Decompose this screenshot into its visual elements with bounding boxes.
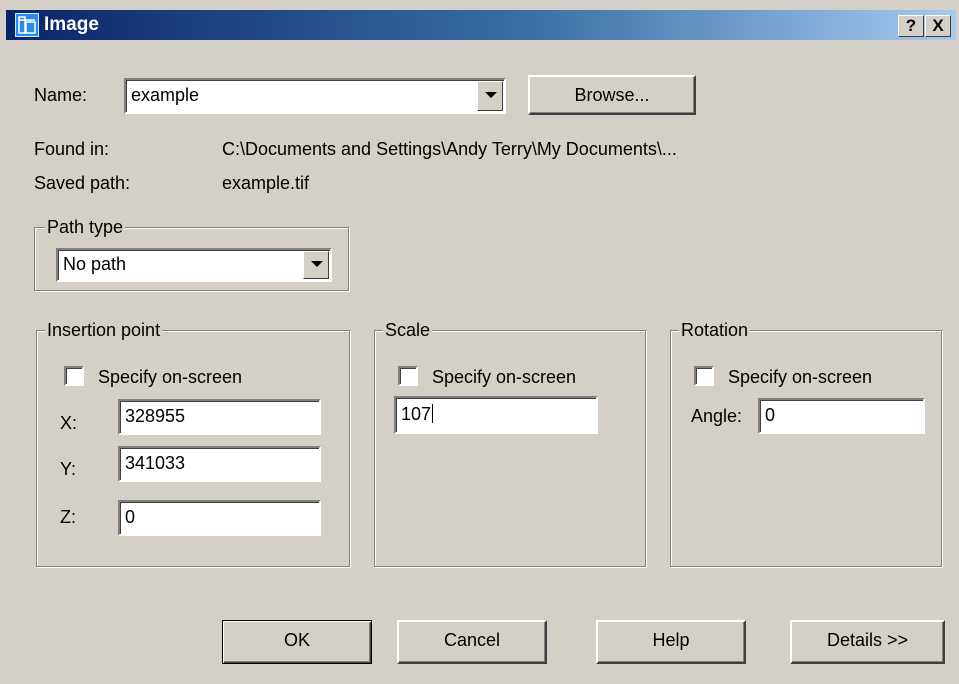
rotation-specify-checkbox[interactable] [694, 366, 714, 386]
name-label: Name: [34, 85, 88, 105]
title-bar[interactable]: Image ? X [6, 10, 956, 40]
path-type-value: No path [63, 254, 127, 274]
scale-specify-checkbox[interactable] [398, 366, 418, 386]
y-value: 341033 [125, 453, 186, 473]
path-type-label: Path type [45, 216, 126, 238]
scale-text: 107 [401, 403, 434, 425]
image-dialog: Image ? X Name: example Browse... Found … [0, 0, 959, 684]
scale-label: Scale [383, 319, 433, 341]
image-app-icon [15, 13, 39, 37]
rotation-specify-label[interactable]: Specify on-screen [728, 366, 872, 388]
saved-path-label: Saved path: [34, 173, 131, 193]
saved-path-value: example.tif [222, 173, 310, 193]
browse-button[interactable]: Browse... [528, 75, 696, 115]
angle-label: Angle: [691, 406, 743, 426]
chevron-down-icon [311, 261, 323, 267]
x-input[interactable]: 328955 [118, 399, 321, 435]
help-title-button[interactable]: ? [898, 15, 924, 37]
z-value: 0 [125, 507, 136, 527]
path-type-select[interactable]: No path [56, 248, 332, 282]
name-combobox[interactable]: example [124, 78, 506, 114]
y-label: Y: [60, 459, 77, 479]
z-label: Z: [60, 507, 76, 527]
help-button[interactable]: Help [596, 620, 746, 664]
scale-input[interactable]: 107 [394, 396, 598, 434]
found-in-value: C:\Documents and Settings\Andy Terry\My … [222, 139, 677, 159]
z-input[interactable]: 0 [118, 500, 321, 536]
dialog-title: Image [44, 14, 99, 35]
x-label: X: [60, 413, 78, 433]
ok-button[interactable]: OK [222, 620, 372, 664]
chevron-down-icon [485, 92, 497, 98]
path-type-dropdown-button[interactable] [303, 251, 329, 279]
cancel-button[interactable]: Cancel [397, 620, 547, 664]
rotation-label: Rotation [679, 319, 751, 341]
text-caret [432, 404, 434, 423]
scale-value: 107 [401, 404, 432, 424]
x-value: 328955 [125, 406, 186, 426]
insertion-point-label: Insertion point [45, 319, 163, 341]
angle-input[interactable]: 0 [758, 398, 925, 434]
close-title-button[interactable]: X [925, 15, 951, 37]
name-value: example [131, 85, 200, 105]
scale-specify-label[interactable]: Specify on-screen [432, 366, 576, 388]
name-dropdown-button[interactable] [477, 81, 503, 111]
insertion-specify-label[interactable]: Specify on-screen [98, 366, 242, 388]
found-in-label: Found in: [34, 139, 110, 159]
angle-value: 0 [765, 405, 776, 425]
details-button[interactable]: Details >> [790, 620, 945, 664]
insertion-specify-checkbox[interactable] [64, 366, 84, 386]
y-input[interactable]: 341033 [118, 446, 321, 482]
